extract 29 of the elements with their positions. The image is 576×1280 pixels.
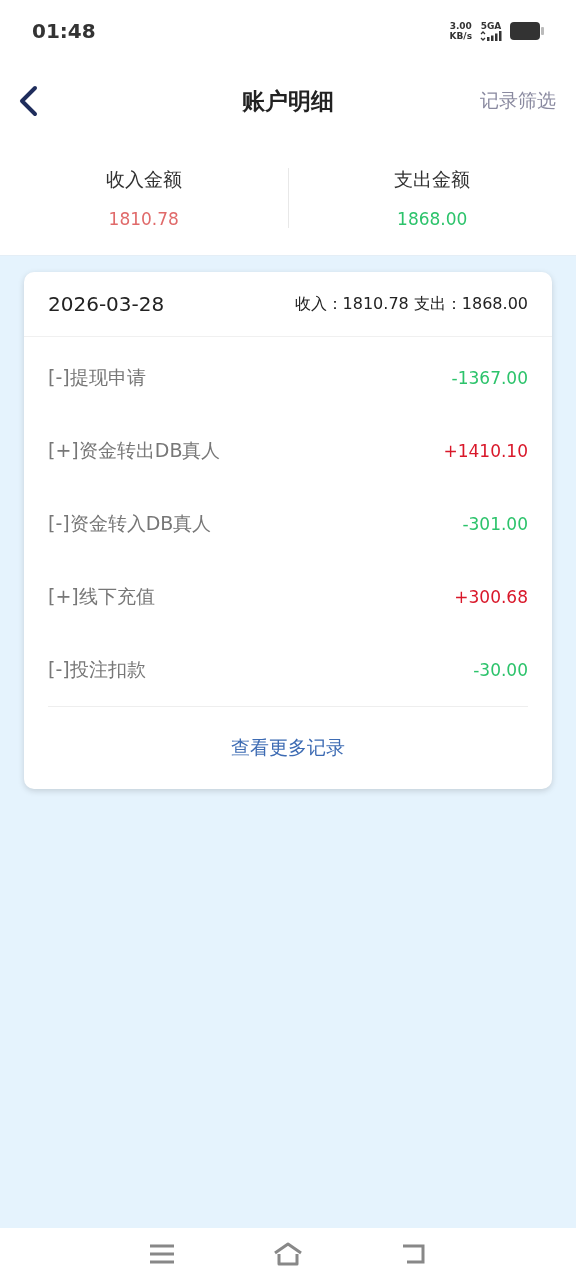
more-records-link[interactable]: 查看更多记录 bbox=[231, 735, 345, 761]
home-icon[interactable] bbox=[273, 1242, 303, 1266]
network-speed: 3.00 bbox=[449, 21, 472, 31]
record-label: [+]资金转出DB真人 bbox=[48, 437, 221, 463]
record-amount: -1367.00 bbox=[451, 367, 528, 388]
record-amount: +1410.10 bbox=[443, 440, 528, 461]
record-label: [-]提现申请 bbox=[48, 364, 146, 390]
menu-icon[interactable] bbox=[149, 1243, 175, 1265]
record-label: [+]线下充值 bbox=[48, 583, 155, 609]
record-date: 2026-03-28 bbox=[48, 292, 165, 316]
back-icon[interactable] bbox=[18, 85, 38, 117]
summary-amount: 1810.78 bbox=[108, 208, 179, 229]
summary-label: 支出金额 bbox=[394, 166, 471, 192]
back-nav-icon[interactable] bbox=[401, 1243, 427, 1265]
status-time: 01:48 bbox=[32, 19, 96, 43]
battery-icon bbox=[510, 22, 544, 40]
filter-button[interactable]: 记录筛选 bbox=[480, 88, 556, 114]
page-title: 账户明细 bbox=[242, 86, 334, 116]
day-totals: 收入：1810.78 支出：1868.00 bbox=[294, 293, 528, 315]
signal-icon bbox=[480, 31, 502, 41]
record-label: [-]资金转入DB真人 bbox=[48, 510, 212, 536]
network-type: 5GA bbox=[480, 21, 502, 31]
summary-amount: 1868.00 bbox=[397, 208, 468, 229]
record-amount: -30.00 bbox=[473, 659, 528, 680]
record-amount: +300.68 bbox=[454, 586, 528, 607]
record-amount: -301.00 bbox=[462, 513, 528, 534]
speed-unit: KB/s bbox=[449, 31, 472, 41]
record-label: [-]投注扣款 bbox=[48, 656, 146, 682]
summary-label: 收入金额 bbox=[105, 166, 182, 192]
